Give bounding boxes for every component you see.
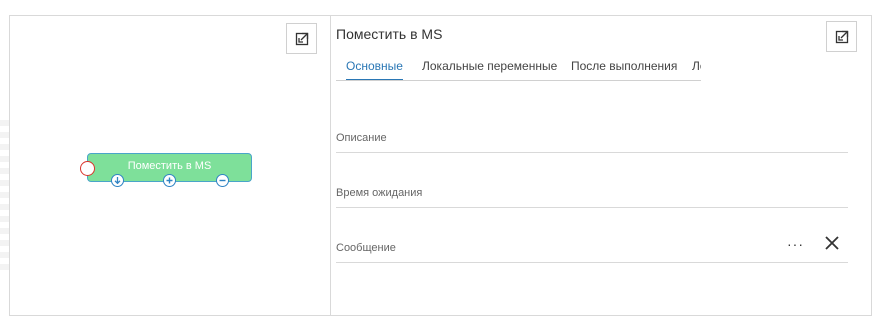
tab-local-variables[interactable]: Локальные переменные — [422, 59, 557, 80]
download-icon — [114, 177, 121, 185]
description-label: Описание — [336, 132, 387, 144]
timeout-field[interactable]: Время ожидания — [336, 178, 848, 208]
message-field[interactable]: Сообщение ··· — [336, 233, 848, 263]
tab-log[interactable]: Лог — [692, 59, 701, 80]
clear-button[interactable] — [824, 235, 840, 256]
message-label: Сообщение — [336, 242, 396, 254]
more-options-button[interactable]: ··· — [787, 236, 804, 252]
flow-node[interactable]: Поместить в MS — [80, 153, 252, 187]
canvas-expand-button[interactable] — [286, 23, 317, 54]
description-field[interactable]: Описание — [336, 123, 848, 153]
node-add-port[interactable] — [163, 174, 176, 187]
node-remove-port[interactable] — [216, 174, 229, 187]
panel-expand-button[interactable] — [826, 21, 857, 52]
node-download-port[interactable] — [111, 174, 124, 187]
plus-icon — [166, 177, 173, 184]
panel-title: Поместить в MS — [336, 26, 443, 42]
expand-icon — [295, 32, 308, 45]
expand-icon — [835, 30, 848, 43]
timeout-label: Время ожидания — [336, 187, 423, 199]
close-icon — [825, 236, 839, 250]
tab-main[interactable]: Основные — [346, 59, 403, 80]
panel-divider — [330, 16, 331, 315]
tab-after-execution[interactable]: После выполнения — [571, 59, 677, 80]
minus-icon — [219, 179, 226, 182]
tab-bar: Основные Локальные переменные После выпо… — [336, 59, 701, 81]
flow-node-label: Поместить в MS — [127, 160, 212, 172]
